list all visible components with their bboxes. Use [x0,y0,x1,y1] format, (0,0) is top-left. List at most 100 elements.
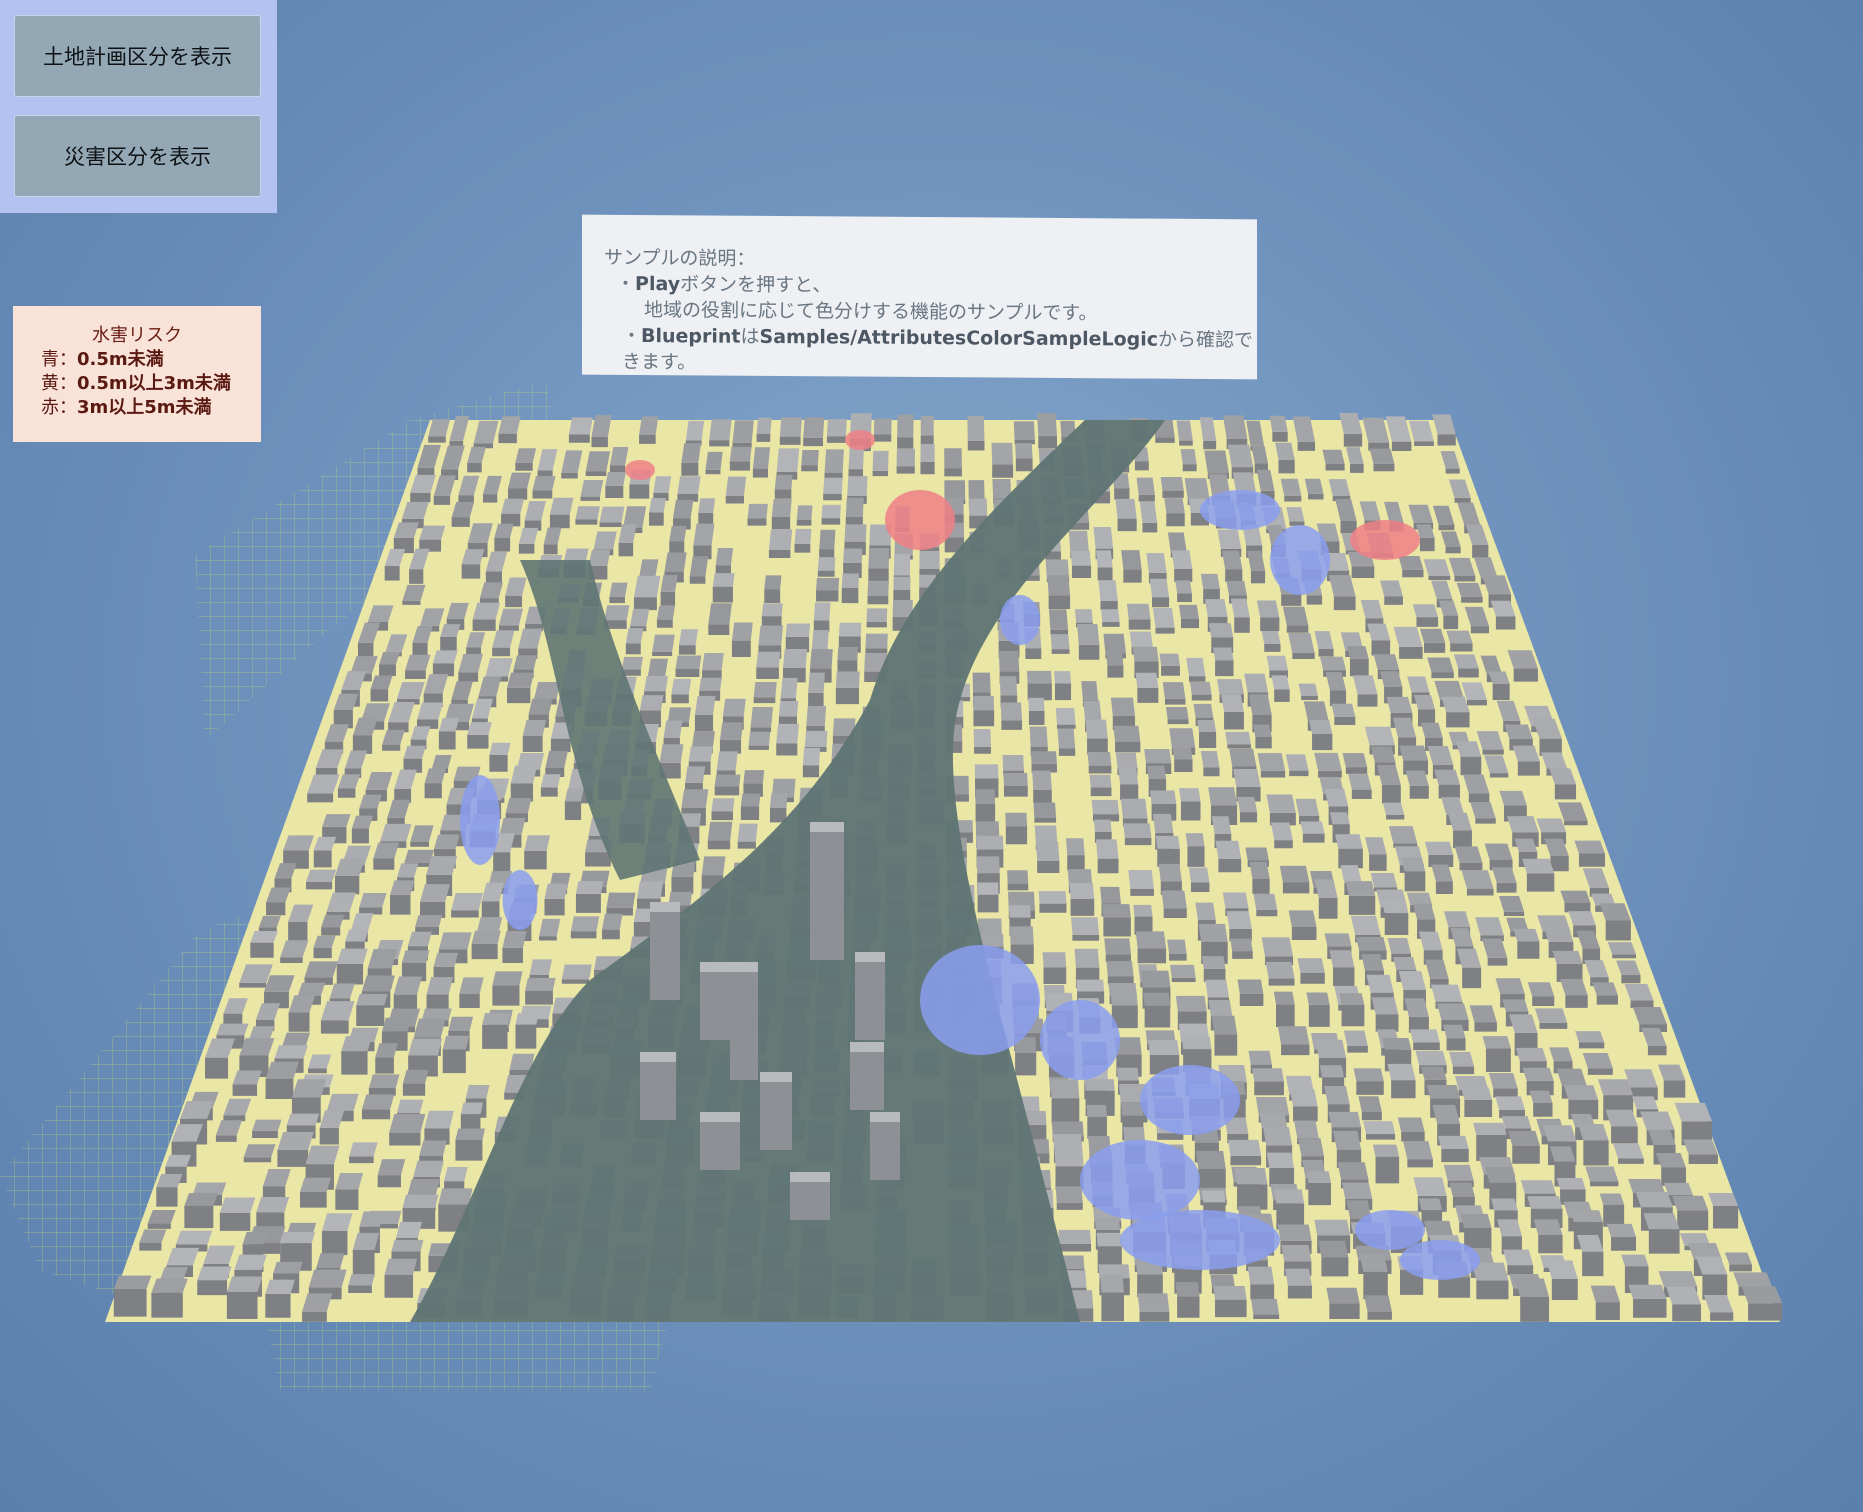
building-block [743,770,765,784]
building-block [972,672,991,693]
building-block [1136,477,1155,495]
building-side [629,484,650,499]
building-block [1247,1266,1275,1285]
building-side [482,494,498,503]
building-side [471,943,498,960]
tower-roof [700,1112,740,1122]
building-block [1266,655,1288,671]
building-block [515,448,537,463]
building-block [1237,796,1258,813]
building-block [321,1213,353,1231]
building-block [705,451,723,470]
building-side [867,596,889,605]
building-block [1387,937,1412,954]
building-side [711,811,733,821]
building-block [1230,938,1253,952]
building-block [1266,794,1296,813]
building-side [1038,435,1057,449]
building-side [459,993,480,1008]
building-side [1308,1183,1331,1206]
building-block [1071,917,1100,935]
building-block [803,417,825,438]
building-side [308,1068,327,1074]
building-side [821,518,841,525]
building-block [1208,623,1234,638]
show-land-plan-button[interactable]: 土地計画区分を表示 [14,15,261,97]
building-side [671,694,689,704]
building-side [675,669,700,677]
building-block [528,698,553,715]
building-side [570,931,597,939]
building-block [1658,1271,1698,1287]
building-block [448,1016,474,1032]
building-block [1350,915,1381,935]
building-block [1261,937,1294,957]
building-side [515,462,533,471]
building-block [689,556,709,577]
building-block [1585,1166,1619,1182]
building-side [492,985,520,1006]
building-block [729,446,752,462]
building-block [1129,631,1153,647]
tower [855,960,885,1040]
building-block [1102,904,1131,918]
building-block [1345,881,1376,896]
building-side [1321,1257,1349,1277]
building-side [1369,854,1387,871]
building-side [151,1292,183,1318]
building-block [660,574,678,592]
building-block [1285,754,1309,771]
building-block [681,443,702,463]
building-block [1298,1138,1325,1157]
building-block [1201,1190,1226,1203]
building-block [702,652,724,671]
building-side [1332,967,1355,987]
building-side [1224,711,1244,730]
building-side [1180,801,1201,821]
building-side [1375,1156,1400,1184]
building-block [1502,999,1529,1012]
building-block [1370,873,1398,888]
building-side [1564,820,1588,826]
building-side [1115,742,1141,753]
building-block [570,916,600,932]
building-block [639,559,659,577]
building-block [1195,1150,1226,1170]
building-block [1398,555,1424,570]
building-block [1741,1286,1783,1304]
building-block [532,476,556,491]
risk-zone-red [845,430,875,450]
building-side [1164,698,1186,705]
building-side [1446,712,1470,728]
building-block [522,720,547,736]
building-block [1133,904,1153,917]
building-side [1688,1154,1718,1165]
building-block [1306,1171,1331,1184]
tower-roof [850,1042,884,1052]
building-block [1210,1274,1235,1287]
building-side [1003,785,1028,797]
building-block [1536,818,1567,833]
building-side [467,734,489,749]
building-side [748,745,769,750]
show-disaster-button[interactable]: 災害区分を表示 [14,115,261,197]
building-block [599,506,625,523]
building-side [1100,600,1118,610]
building-block [1002,754,1024,771]
building-block [471,930,501,944]
building-block [835,671,860,688]
building-side [1648,1229,1680,1254]
building-block [868,548,890,569]
building-side [580,496,600,501]
building-block [377,1159,406,1176]
building-block [507,472,531,489]
building-side [239,983,267,988]
building-block [568,417,593,435]
building-side [1435,881,1453,894]
building-side [1470,626,1490,634]
building-block [1248,1050,1272,1065]
building-block [873,418,892,435]
building-side [1071,565,1092,578]
building-block [1261,631,1281,645]
building-block [944,480,966,500]
